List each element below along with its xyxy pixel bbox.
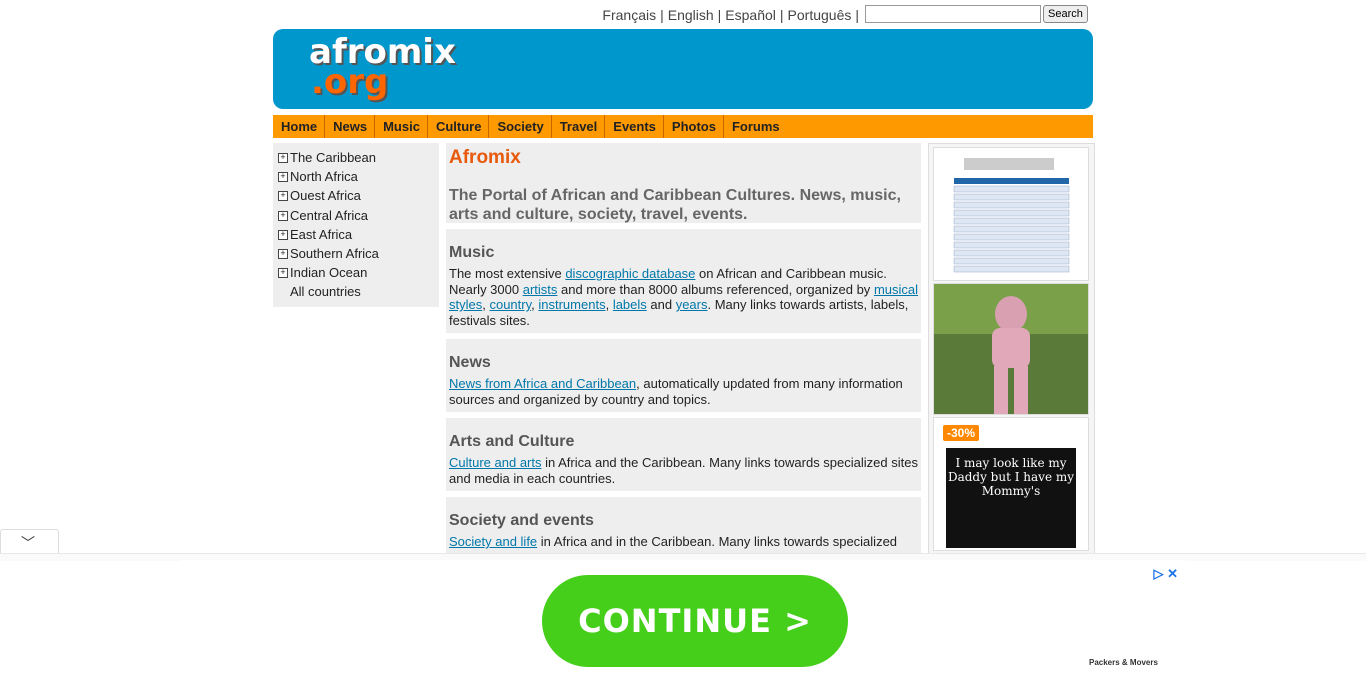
- nav-culture[interactable]: Culture: [428, 115, 490, 138]
- nav-photos[interactable]: Photos: [664, 115, 724, 138]
- intro-box: Afromix The Portal of African and Caribb…: [446, 143, 921, 223]
- bottom-ad-banner[interactable]: ▷ ✕ CONTINUE > Packers & Movers: [181, 560, 1186, 683]
- site-logo[interactable]: afromix .org: [309, 35, 456, 102]
- arts-text: Culture and arts in Africa and the Carib…: [449, 455, 918, 486]
- expand-icon[interactable]: +: [278, 268, 288, 279]
- lang-spanish-link[interactable]: Español: [725, 7, 776, 23]
- table-chart-icon: [953, 158, 1070, 273]
- sidebar-item-north-africa[interactable]: + North Africa: [273, 167, 439, 186]
- expand-icon[interactable]: +: [278, 210, 288, 221]
- nav-home[interactable]: Home: [273, 115, 326, 138]
- country-link[interactable]: country: [489, 297, 531, 312]
- nav-news[interactable]: News: [325, 115, 376, 138]
- page-title: Afromix: [449, 147, 521, 168]
- sidebar-item-east-africa[interactable]: + East Africa: [273, 225, 439, 244]
- nav-forums[interactable]: Forums: [724, 115, 787, 138]
- culture-arts-link[interactable]: Culture and arts: [449, 455, 542, 470]
- music-section: Music The most extensive discographic da…: [446, 229, 921, 333]
- music-text: The most extensive discographic database…: [449, 266, 919, 328]
- continue-button[interactable]: CONTINUE >: [542, 575, 848, 667]
- expand-icon[interactable]: +: [278, 248, 288, 259]
- outfit-photo-icon: [934, 284, 1088, 414]
- news-link[interactable]: News from Africa and Caribbean: [449, 376, 636, 391]
- years-link[interactable]: years: [676, 297, 708, 312]
- ad-brand-label: Packers & Movers: [1089, 658, 1158, 667]
- news-heading: News: [449, 354, 491, 371]
- header-banner: afromix .org: [273, 29, 1093, 109]
- sidebar-item-caribbean[interactable]: + The Caribbean: [273, 148, 439, 167]
- discount-badge: -30%: [942, 424, 981, 442]
- region-sidebar: + The Caribbean + North Africa + Ouest Afri…: [273, 143, 439, 307]
- nav-travel[interactable]: Travel: [552, 115, 606, 138]
- news-text: News from Africa and Caribbean, automati…: [449, 376, 903, 407]
- ad-chart-image[interactable]: [933, 147, 1089, 281]
- arts-heading: Arts and Culture: [449, 433, 575, 450]
- society-section: Society and events Society and life in A…: [446, 497, 921, 555]
- instruments-link[interactable]: instruments: [538, 297, 605, 312]
- sidebar-item-central-africa[interactable]: + Central Africa: [273, 206, 439, 225]
- society-text: Society and life in Africa and in the Ca…: [449, 534, 898, 549]
- ad-close-icon[interactable]: ▷ ✕: [1153, 566, 1178, 582]
- music-heading: Music: [449, 244, 495, 261]
- ad-clothing-image[interactable]: [933, 283, 1089, 415]
- lang-portuguese-link[interactable]: Português: [788, 7, 852, 23]
- nav-music[interactable]: Music: [375, 115, 428, 138]
- discographic-database-link[interactable]: discographic database: [565, 266, 695, 281]
- expand-icon[interactable]: +: [278, 172, 288, 183]
- main-content: Afromix The Portal of African and Caribb…: [446, 143, 921, 561]
- main-nav: Home News Music Culture Society Travel Events P…: [273, 115, 1093, 138]
- sidebar-item-all-countries[interactable]: All countries: [273, 282, 439, 301]
- news-section: News News from Africa and Caribbean, aut…: [446, 339, 921, 412]
- expand-icon[interactable]: +: [278, 153, 288, 163]
- search-button[interactable]: Search: [1043, 5, 1088, 23]
- ad-shirt-image[interactable]: -30% I may look like my Daddy but I have…: [933, 417, 1089, 551]
- top-bar: Français | English | Español | Português | Sear…: [273, 4, 1093, 26]
- logo-domain: .org: [311, 62, 389, 102]
- artists-link[interactable]: artists: [523, 282, 558, 297]
- shirt-text: I may look like my Daddy but I have my M…: [946, 448, 1076, 548]
- sidebar-item-ouest-africa[interactable]: + Ouest Africa: [273, 186, 439, 205]
- society-heading: Society and events: [449, 512, 594, 529]
- ad-collapse-tab[interactable]: ﹀: [0, 529, 59, 556]
- expand-icon[interactable]: +: [278, 191, 288, 202]
- labels-link[interactable]: labels: [613, 297, 647, 312]
- expand-icon[interactable]: +: [278, 229, 288, 240]
- nav-events[interactable]: Events: [605, 115, 664, 138]
- sidebar-item-southern-africa[interactable]: + Southern Africa: [273, 244, 439, 263]
- nav-society[interactable]: Society: [489, 115, 552, 138]
- society-life-link[interactable]: Society and life: [449, 534, 537, 549]
- arts-section: Arts and Culture Culture and arts in Afr…: [446, 418, 921, 491]
- page-tagline: The Portal of African and Caribbean Cult…: [449, 187, 901, 223]
- sidebar-item-indian-ocean[interactable]: + Indian Ocean: [273, 263, 439, 282]
- lang-french-link[interactable]: Français: [602, 7, 656, 23]
- right-ad-column[interactable]: ▷ ✕: [928, 143, 1095, 555]
- chevron-down-icon[interactable]: ﹀: [21, 533, 35, 553]
- lang-english-link[interactable]: English: [668, 7, 714, 23]
- language-links: Français | English | Español | Português |: [602, 7, 859, 23]
- search-input[interactable]: [865, 5, 1041, 23]
